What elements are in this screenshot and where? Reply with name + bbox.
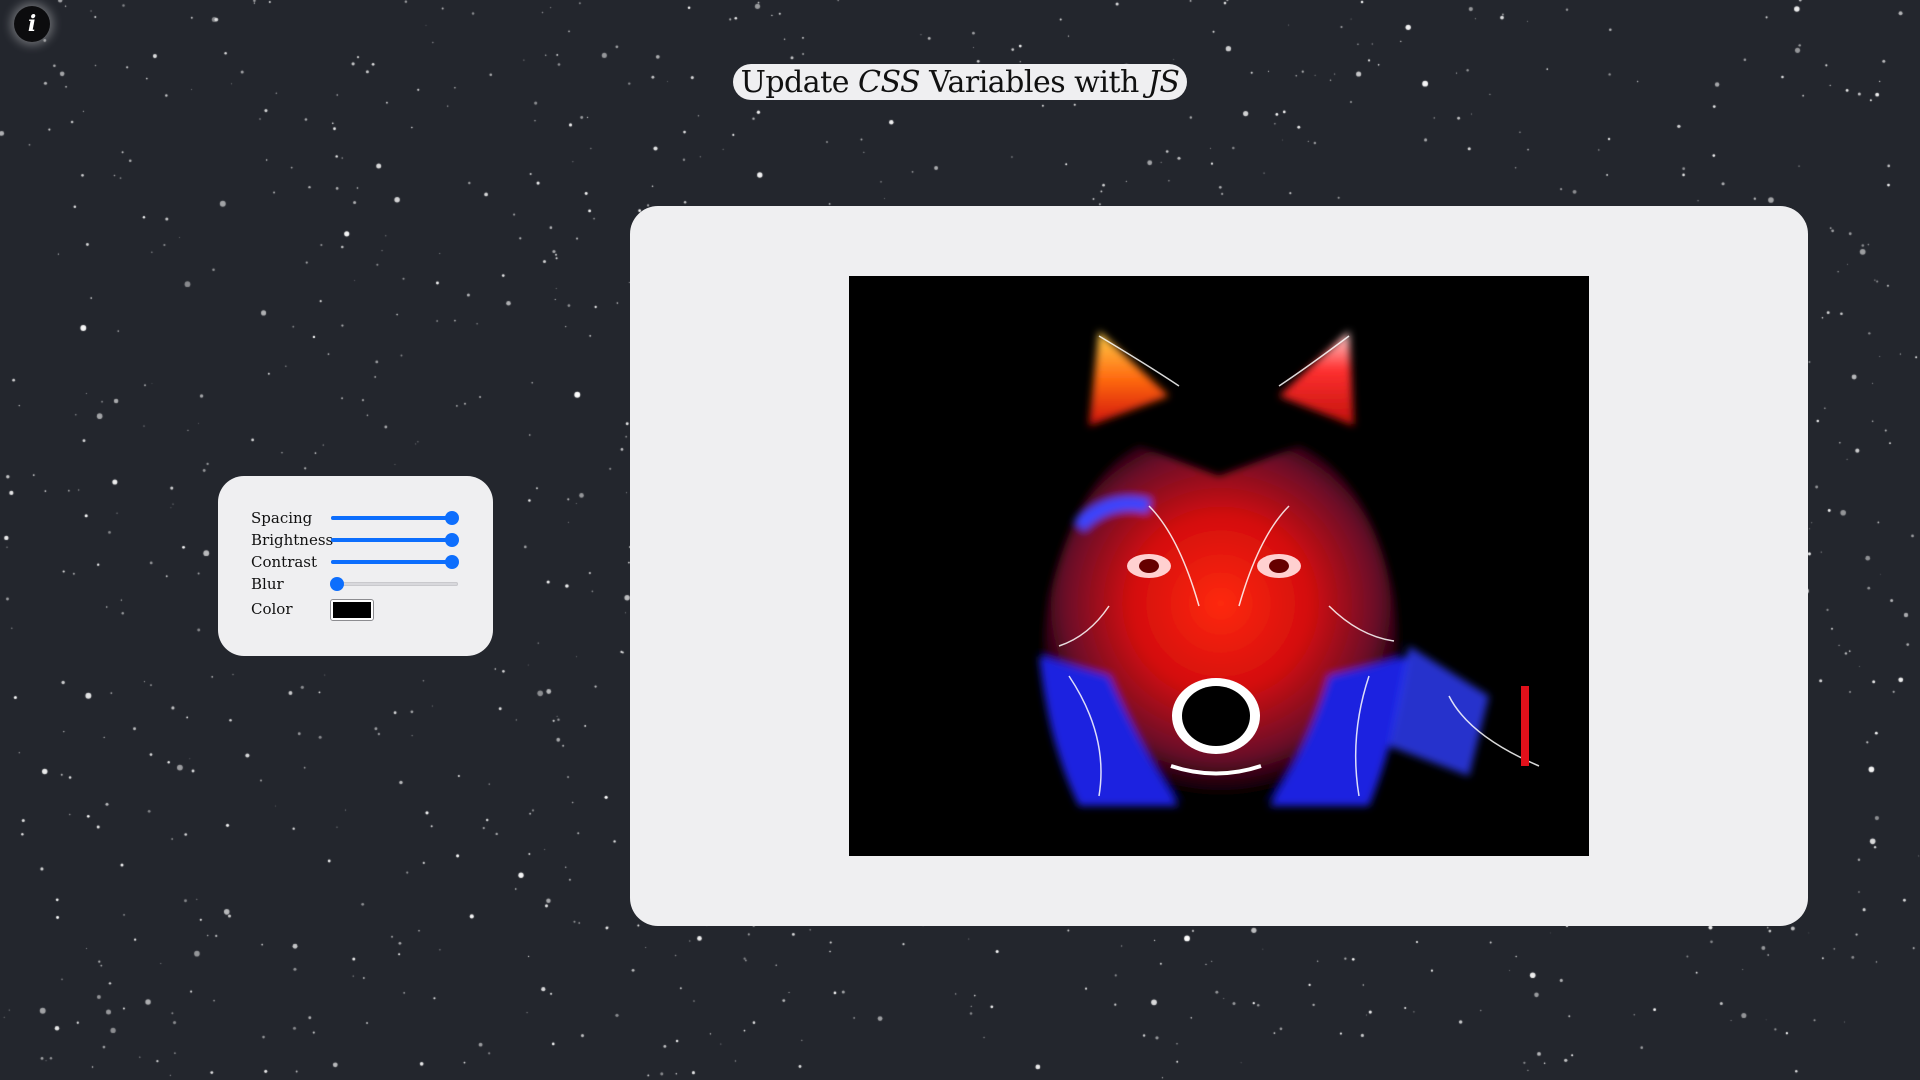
wolf-image	[849, 276, 1589, 856]
color-control: Color	[251, 598, 374, 621]
blur-slider[interactable]	[330, 576, 458, 592]
title-part-4: JS	[1147, 64, 1180, 100]
slider-thumb[interactable]	[330, 577, 345, 591]
slider-thumb[interactable]	[444, 511, 459, 525]
blur-control: Blur	[251, 573, 458, 595]
brightness-control: Brightness	[251, 529, 459, 551]
controls-panel: Spacing Brightness Contrast Blur Color	[218, 476, 493, 656]
contrast-label: Contrast	[251, 553, 318, 571]
title-part-2: CSS	[858, 64, 921, 100]
title-part-3: Variables with	[920, 64, 1148, 100]
color-picker[interactable]	[330, 599, 374, 621]
contrast-control: Contrast	[251, 551, 459, 573]
title-part-1: Update	[740, 64, 858, 100]
slider-fill	[331, 560, 452, 564]
image-panel	[630, 206, 1808, 926]
info-icon[interactable]: i	[14, 6, 50, 42]
slider-fill	[331, 538, 452, 542]
spacing-label: Spacing	[251, 509, 313, 527]
color-label: Color	[251, 600, 293, 618]
slider-track	[331, 582, 458, 586]
slider-fill	[331, 516, 452, 520]
brightness-label: Brightness	[251, 531, 334, 549]
slider-thumb[interactable]	[444, 555, 459, 569]
slider-thumb[interactable]	[444, 533, 459, 547]
brightness-slider[interactable]	[331, 532, 459, 548]
spacing-control: Spacing	[251, 507, 459, 529]
blur-label: Blur	[251, 575, 284, 593]
spacing-slider[interactable]	[331, 510, 459, 526]
contrast-slider[interactable]	[331, 554, 459, 570]
page-title: Update CSS Variables with JS	[733, 64, 1187, 100]
